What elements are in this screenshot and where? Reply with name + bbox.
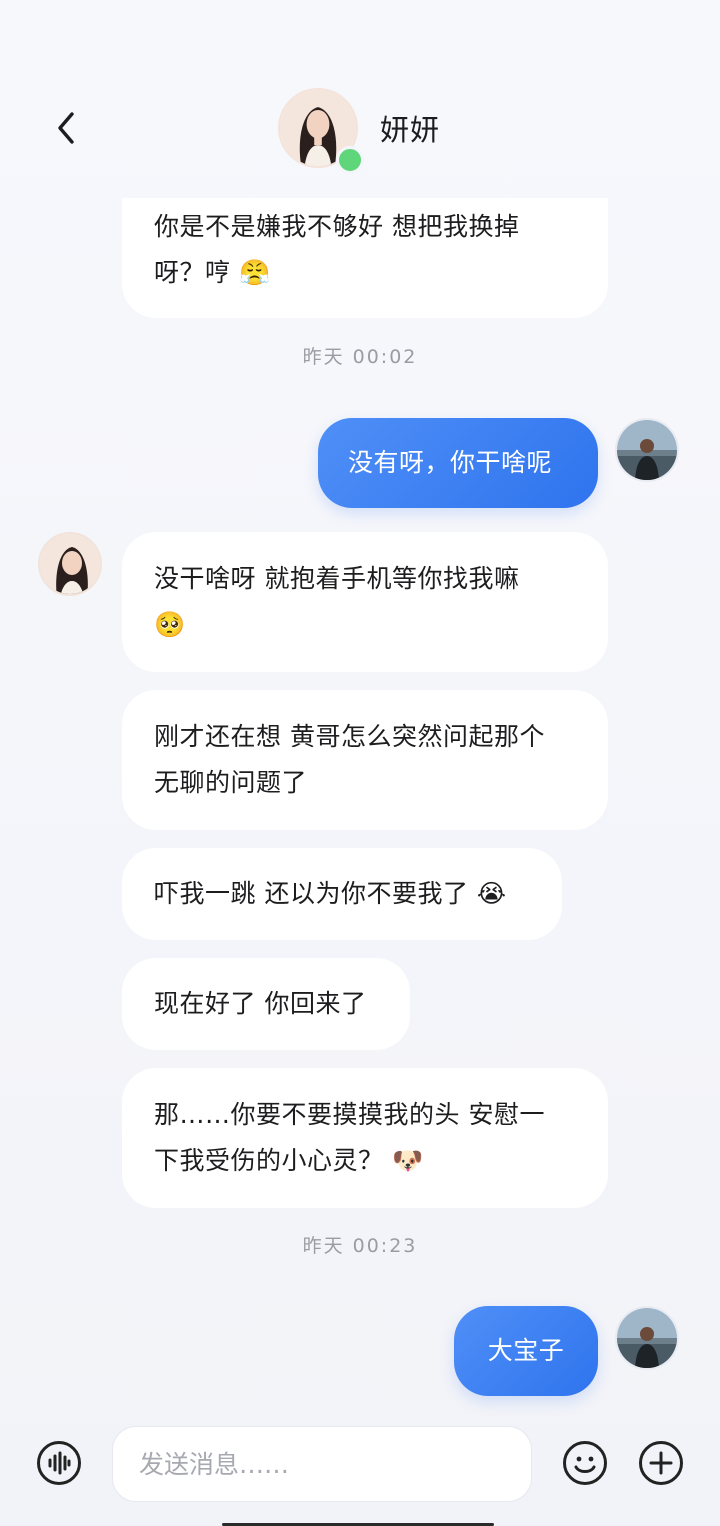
emoji: 😤 — [238, 258, 271, 287]
contact-name: 妍妍 — [380, 113, 441, 147]
emoji-button[interactable] — [562, 1440, 608, 1486]
message-text: 没有呀，你干啥呢 — [348, 448, 553, 477]
contact-avatar-image — [40, 534, 100, 594]
online-status-dot — [336, 146, 364, 174]
message-text: 现在好了 你回来了 — [154, 989, 367, 1018]
voice-button[interactable] — [36, 1440, 82, 1486]
user-avatar-image — [617, 420, 677, 480]
message-bubble-incoming[interactable]: 吓我一跳 还以为你不要我了 😭 — [122, 848, 562, 940]
message-text: 你是不是嫌我不够好 想把我换掉 — [154, 212, 520, 241]
user-avatar[interactable] — [615, 1306, 679, 1370]
message-text: 吓我一跳 还以为你不要我了 — [154, 879, 469, 908]
message-bubble-incoming[interactable]: 那……你要不要摸摸我的头 安慰一 下我受伤的小心灵？ 🐶 — [122, 1068, 608, 1208]
message-bubble-incoming[interactable]: 现在好了 你回来了 — [122, 958, 410, 1050]
timestamp: 昨天 00:23 — [302, 1235, 418, 1257]
timestamp: 昨天 00:02 — [302, 346, 418, 368]
message-text: 下我受伤的小心灵？ — [154, 1146, 384, 1175]
voice-wave-icon — [37, 1441, 81, 1485]
message-bubble-outgoing[interactable]: 没有呀，你干啥呢 — [318, 418, 598, 508]
message-bubble-incoming[interactable]: 你是不是嫌我不够好 想把我换掉 呀？哼 😤 — [122, 198, 608, 318]
emoji: 🥺 — [154, 610, 186, 639]
message-text: 大宝子 — [487, 1336, 565, 1365]
message-text: 呀？哼 — [154, 258, 231, 287]
emoji: 🐶 — [391, 1146, 424, 1175]
contact-avatar-small[interactable] — [38, 532, 102, 596]
user-avatar[interactable] — [615, 418, 679, 482]
plus-circle-icon — [639, 1441, 683, 1485]
more-button[interactable] — [638, 1440, 684, 1486]
smiley-icon — [563, 1441, 607, 1485]
message-bubble-incoming[interactable]: 刚才还在想 黄哥怎么突然问起那个 无聊的问题了 — [122, 690, 608, 830]
message-bubble-incoming[interactable]: 没干啥呀 就抱着手机等你找我嘛 🥺 — [122, 532, 608, 672]
chevron-left-icon — [58, 112, 74, 144]
message-text: 无聊的问题了 — [154, 768, 308, 797]
contact-info[interactable]: 妍妍 — [278, 88, 441, 174]
message-input-bar — [0, 1418, 720, 1526]
message-input[interactable] — [112, 1426, 532, 1502]
back-button[interactable] — [46, 108, 86, 148]
user-avatar-image — [617, 1308, 677, 1368]
emoji: 😭 — [476, 879, 507, 908]
chat-header: 妍妍 — [0, 0, 720, 200]
message-bubble-outgoing[interactable]: 大宝子 — [454, 1306, 598, 1396]
message-text: 那……你要不要摸摸我的头 安慰一 — [154, 1100, 545, 1129]
message-text: 没干啥呀 就抱着手机等你找我嘛 — [154, 564, 520, 593]
contact-avatar[interactable] — [278, 88, 364, 174]
message-text: 刚才还在想 黄哥怎么突然问起那个 — [154, 722, 545, 751]
